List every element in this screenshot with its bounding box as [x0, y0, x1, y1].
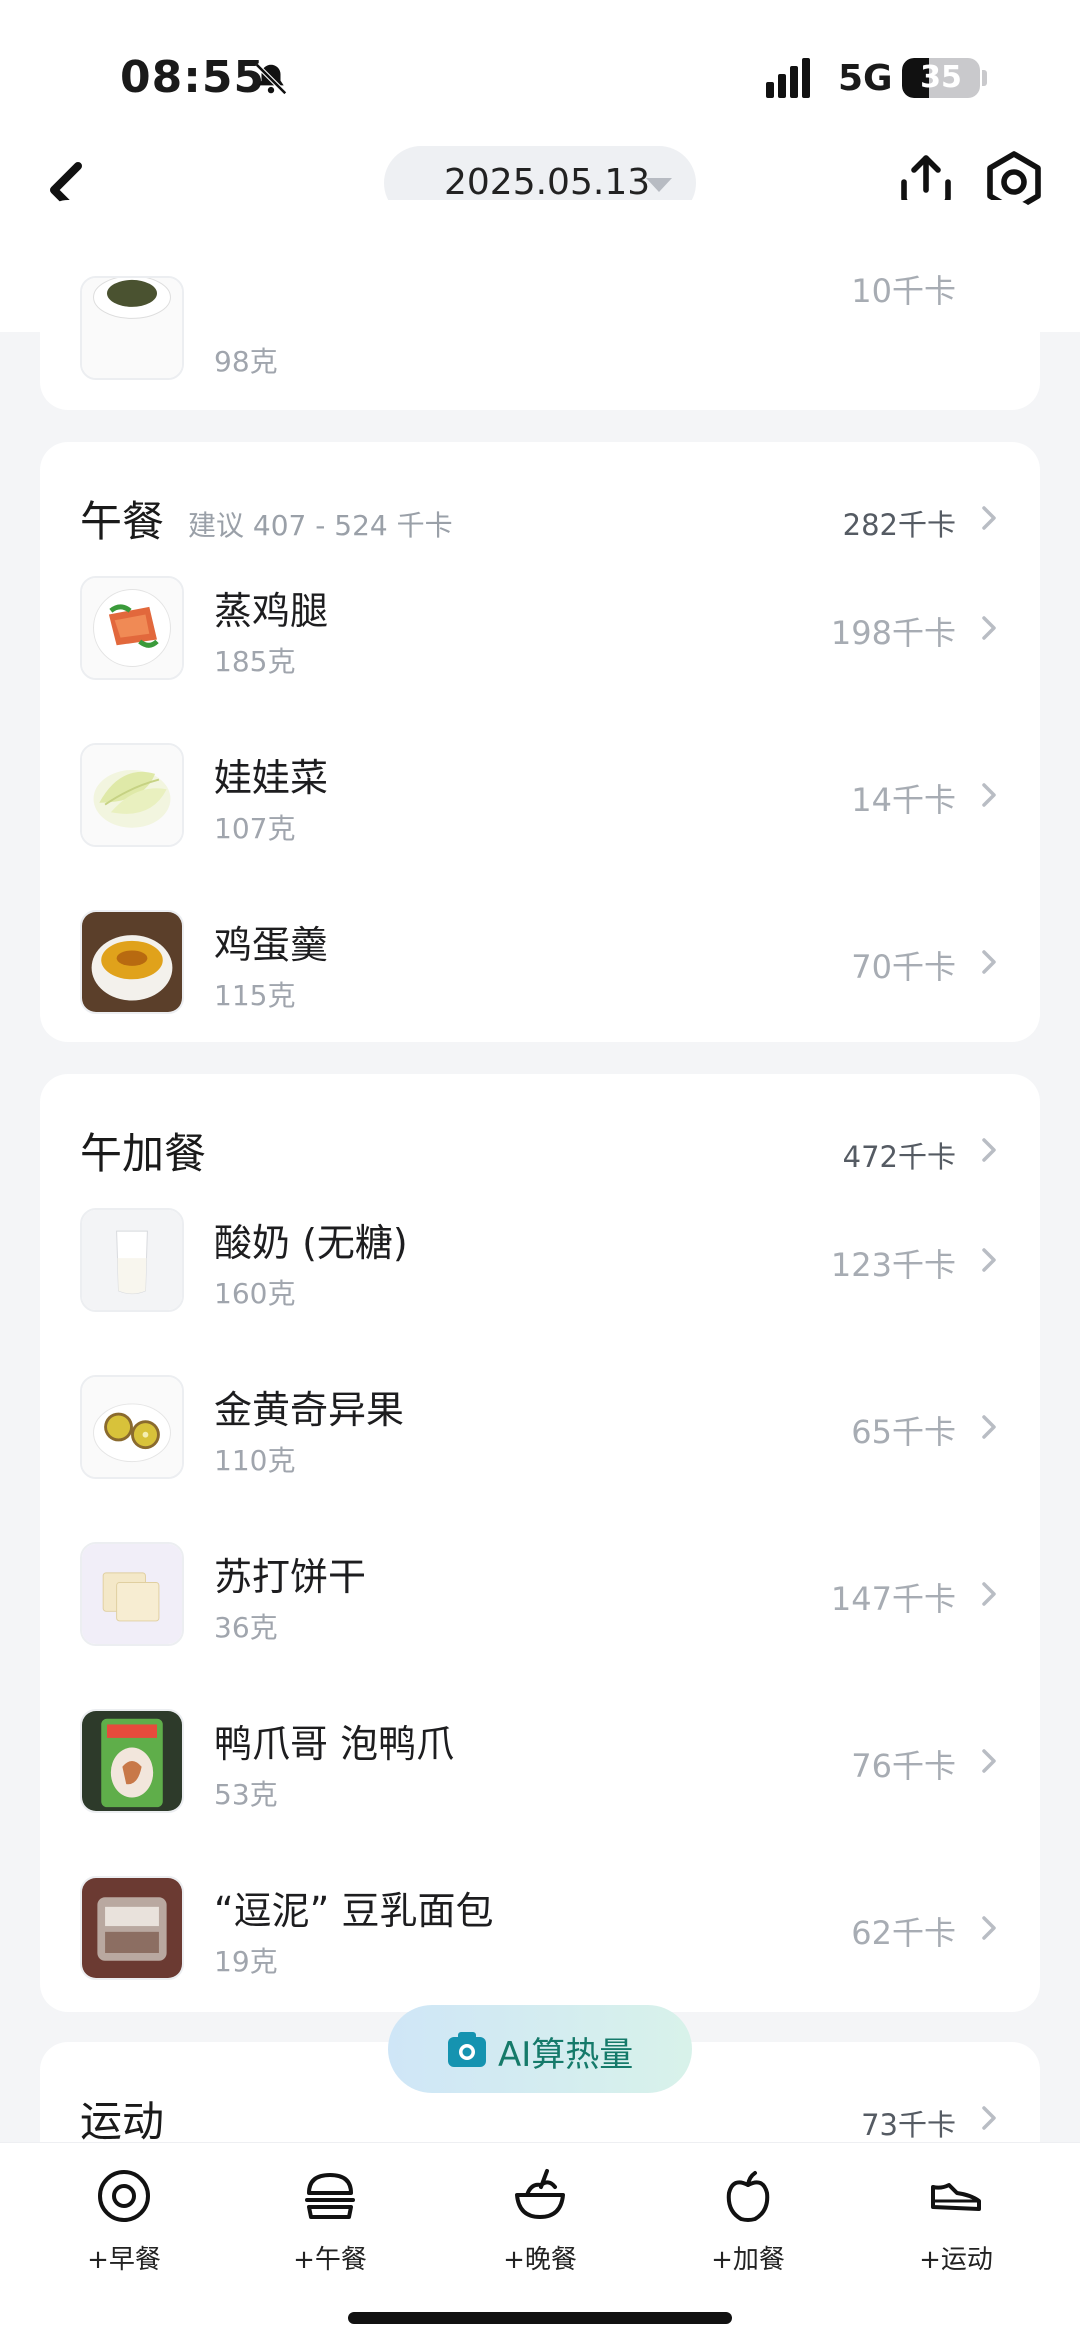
food-image-egg-custard	[80, 910, 184, 1014]
battery-tip	[982, 70, 987, 86]
item-weight: 160克	[214, 1277, 296, 1310]
item-name: 蒸鸡腿	[214, 589, 329, 633]
item-kcal: 147千卡	[830, 1580, 956, 1618]
meal-hint: 建议 407 - 524 千卡	[188, 509, 453, 542]
food-image-duck-feet	[80, 1709, 184, 1813]
food-item[interactable]: 鸡蛋羹 115克 70千卡	[80, 910, 1000, 1014]
item-weight: 115克	[214, 979, 296, 1012]
food-image-cabbage	[80, 743, 184, 847]
food-item[interactable]: 98克 10千卡	[80, 272, 1000, 380]
meal-title: 午餐	[80, 497, 165, 546]
status-time: 08:55	[120, 52, 266, 103]
ai-button-label: AI算热量	[498, 2035, 634, 2075]
food-image	[80, 276, 184, 380]
food-item[interactable]: 娃娃菜 107克 14千卡	[80, 743, 1000, 847]
chevron-right-icon	[982, 1138, 996, 1162]
item-kcal: 14千卡	[851, 781, 956, 819]
item-name: 金黄奇异果	[214, 1388, 405, 1432]
food-item[interactable]: 鸭爪哥 泡鸭爪 53克 76千卡	[80, 1709, 1000, 1813]
status-bar: 08:55 5G 35	[0, 0, 1080, 140]
add-snack-button[interactable]: +加餐	[668, 2167, 828, 2287]
item-kcal: 62千卡	[851, 1914, 956, 1952]
chevron-right-icon	[982, 2106, 996, 2130]
ai-calorie-button[interactable]: AI算热量	[388, 2005, 692, 2093]
item-weight: 110克	[214, 1444, 296, 1477]
food-item[interactable]: 蒸鸡腿 185克 198千卡	[80, 576, 1000, 680]
burger-icon	[305, 2173, 355, 2219]
meal-total: 282千卡	[842, 508, 956, 542]
chevron-right-icon	[982, 616, 996, 640]
food-image-kiwi	[80, 1375, 184, 1479]
food-image-chicken	[80, 576, 184, 680]
breakfast-icon	[98, 2170, 150, 2222]
sneaker-icon	[931, 2183, 981, 2211]
afternoon-snack-card: 午加餐 472千卡 酸奶 (无糖) 160克 123千卡 金黄奇异果 110克 …	[40, 1074, 1040, 2012]
chevron-right-icon	[982, 1916, 996, 1940]
item-kcal: 198千卡	[830, 614, 956, 652]
tab-label: +晚餐	[503, 2245, 577, 2275]
meal-total: 73千卡	[861, 2108, 956, 2142]
item-name: “逗泥” 豆乳面包	[214, 1889, 494, 1933]
item-kcal: 123千卡	[830, 1246, 956, 1284]
food-item[interactable]: 苏打饼干 36克 147千卡	[80, 1542, 1000, 1646]
item-name: 鸭爪哥 泡鸭爪	[214, 1722, 455, 1766]
item-weight: 36克	[214, 1611, 278, 1644]
item-weight: 19克	[214, 1945, 278, 1978]
meal-title: 午加餐	[80, 1129, 207, 1178]
item-weight: 185克	[214, 645, 296, 678]
item-name: 苏打饼干	[214, 1555, 367, 1599]
bowl-icon	[515, 2169, 565, 2219]
chevron-right-icon	[982, 506, 996, 530]
add-breakfast-button[interactable]: +早餐	[44, 2167, 204, 2287]
tab-label: +运动	[919, 2245, 993, 2275]
lunch-card: 午餐 建议 407 - 524 千卡 282千卡 蒸鸡腿 185克 198千卡 …	[40, 442, 1040, 1042]
food-image-yogurt	[80, 1208, 184, 1312]
chevron-right-icon	[982, 1248, 996, 1272]
item-kcal: 65千卡	[851, 1413, 956, 1451]
lunch-header[interactable]: 午餐 建议 407 - 524 千卡 282千卡	[80, 482, 1000, 546]
tab-label: +午餐	[293, 2245, 367, 2275]
food-item[interactable]: “逗泥” 豆乳面包 19克 62千卡	[80, 1876, 1000, 1980]
signal-icon	[766, 58, 810, 98]
tab-label: +早餐	[87, 2245, 161, 2275]
meal-total: 472千卡	[842, 1140, 956, 1174]
food-image-bread	[80, 1876, 184, 1980]
chevron-right-icon	[982, 1415, 996, 1439]
battery-level: 35	[920, 60, 962, 95]
camera-icon	[448, 2032, 486, 2067]
add-dinner-button[interactable]: +晚餐	[460, 2167, 620, 2287]
item-weight: 53克	[214, 1778, 278, 1811]
home-indicator	[348, 2312, 732, 2324]
meal-title: 运动	[80, 2097, 165, 2146]
item-name: 酸奶 (无糖)	[214, 1221, 408, 1265]
snack-header[interactable]: 午加餐 472千卡	[80, 1114, 1000, 1178]
item-weight: 98克	[214, 345, 278, 378]
item-kcal: 70千卡	[851, 948, 956, 986]
date-label: 2025.05.13	[444, 162, 651, 203]
item-kcal: 76千卡	[851, 1747, 956, 1785]
food-image-crackers	[80, 1542, 184, 1646]
item-name: 娃娃菜	[214, 756, 329, 800]
food-item[interactable]: 酸奶 (无糖) 160克 123千卡	[80, 1208, 1000, 1312]
chevron-right-icon	[982, 1749, 996, 1773]
chevron-right-icon	[982, 950, 996, 974]
item-name: 鸡蛋羹	[214, 923, 329, 967]
battery-icon: 35	[902, 58, 980, 98]
add-exercise-button[interactable]: +运动	[876, 2167, 1036, 2287]
breakfast-card: 98克 10千卡	[40, 200, 1040, 410]
tab-label: +加餐	[711, 2245, 785, 2275]
bell-muted-icon	[255, 63, 287, 95]
apple-icon	[726, 2171, 770, 2222]
item-kcal: 10千卡	[851, 272, 956, 310]
food-item[interactable]: 金黄奇异果 110克 65千卡	[80, 1375, 1000, 1479]
chevron-right-icon	[982, 783, 996, 807]
caret-down-icon	[646, 178, 672, 192]
network-type: 5G	[838, 58, 893, 99]
add-lunch-button[interactable]: +午餐	[250, 2167, 410, 2287]
item-weight: 107克	[214, 812, 296, 845]
chevron-right-icon	[982, 1582, 996, 1606]
